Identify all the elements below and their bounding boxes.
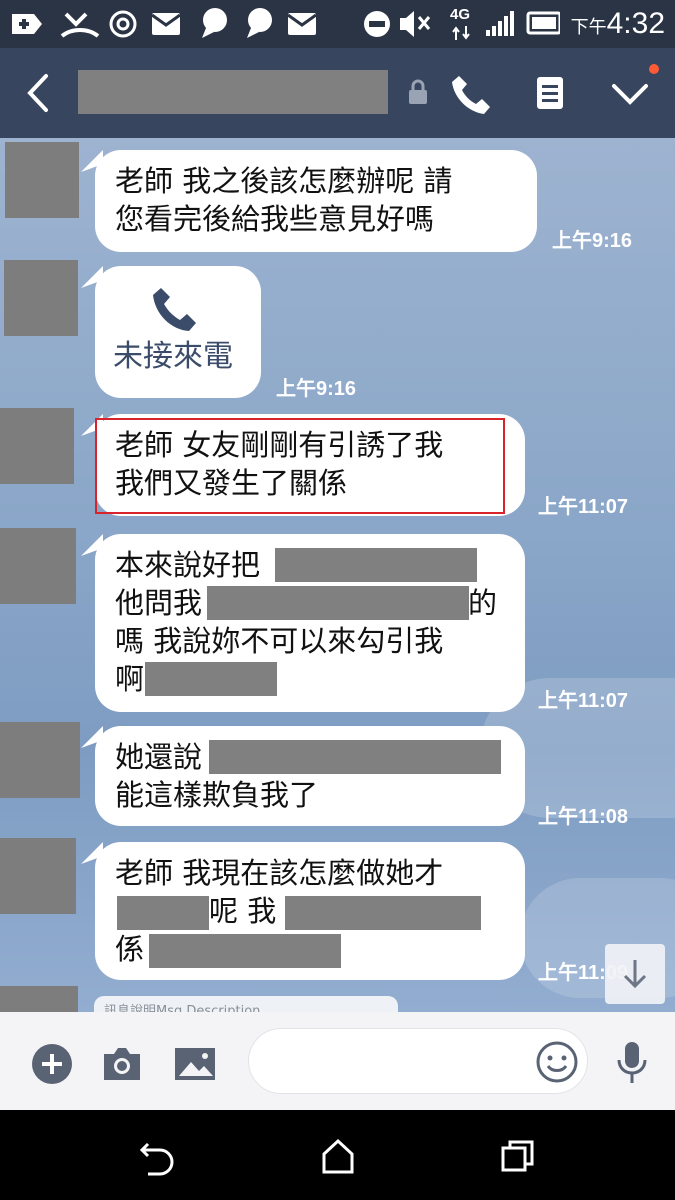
- message-fragment: 她還說: [115, 740, 203, 774]
- message-text: 老師 我之後該怎麼辦呢 請 您看完後給我些意見好嗎: [115, 164, 453, 236]
- avatar[interactable]: [0, 528, 76, 604]
- chat-title-redacted: [78, 70, 388, 114]
- clock: 下午4:32: [571, 8, 665, 43]
- back-icon[interactable]: [20, 68, 60, 118]
- notes-icon[interactable]: [534, 74, 568, 114]
- missed-call-label: 未接來電: [113, 339, 233, 374]
- message-bubble[interactable]: 老師 我現在該怎麼做她才 呢 我 係: [95, 842, 525, 980]
- redacted-block: [145, 662, 277, 696]
- message-time: 上午11:07: [538, 496, 629, 518]
- signal-icon: [486, 11, 514, 36]
- back-nav-icon[interactable]: [138, 1136, 178, 1176]
- message-time: 上午11:07: [538, 690, 629, 712]
- mail-icon: [287, 13, 317, 35]
- mic-icon[interactable]: [614, 1038, 650, 1088]
- redacted-block: [285, 896, 481, 930]
- network-type: 4G: [450, 6, 471, 23]
- chat-bubble-icon: [202, 8, 227, 38]
- avatar[interactable]: [5, 142, 79, 218]
- message-fragment: 他問我: [115, 586, 203, 620]
- message-line: 老師 我現在該怎麼做她才: [115, 854, 443, 892]
- phone-icon: [153, 288, 196, 331]
- redacted-block: [275, 548, 477, 582]
- message-line: 嗎 我說妳不可以來勾引我: [115, 622, 443, 660]
- message-fragment: 能這樣欺負我了: [115, 778, 319, 812]
- message-fragment: 的: [468, 586, 498, 620]
- home-icon[interactable]: [318, 1136, 358, 1176]
- avatar[interactable]: [0, 986, 78, 1012]
- redacted-block: [117, 896, 209, 930]
- add-icon[interactable]: [30, 1042, 74, 1086]
- avatar[interactable]: [0, 722, 80, 798]
- redacted-block: [209, 740, 501, 774]
- phone-icon[interactable]: [450, 72, 494, 116]
- lock-icon: [409, 79, 427, 104]
- message-fragment: 啊: [115, 662, 145, 696]
- missed-call-icon: [60, 12, 100, 38]
- app-flower-icon: [109, 10, 137, 38]
- message-bubble[interactable]: 本來說好把 他問我 嗎 我說妳不可以來勾引我 啊 的: [95, 534, 525, 712]
- message-fragment: 呢 我: [209, 894, 277, 928]
- avatar[interactable]: [4, 260, 78, 336]
- arrow-down-icon: [623, 960, 647, 989]
- camera-icon[interactable]: [100, 1044, 144, 1084]
- redacted-block: [149, 934, 341, 968]
- chat-header: [0, 48, 675, 138]
- message-time: 上午9:16: [276, 378, 357, 400]
- partial-message-text: 訊息說明Msg Description: [104, 1004, 261, 1012]
- partial-message-card[interactable]: 訊息說明Msg Description: [94, 996, 398, 1012]
- message-fragment: 嗎 我說妳不可以來勾引我: [115, 624, 444, 658]
- emoji-icon[interactable]: [535, 1040, 579, 1084]
- message-bubble[interactable]: 她還說 能這樣欺負我了: [95, 726, 525, 826]
- avatar[interactable]: [0, 838, 76, 914]
- message-fragment: 係: [115, 932, 145, 966]
- message-time: 上午9:16: [552, 230, 633, 252]
- message-time: 上午11:08: [538, 806, 629, 828]
- redacted-block: [207, 586, 469, 620]
- navigation-bar: [0, 1110, 675, 1200]
- status-bar: 4G 下午4:32: [0, 0, 675, 48]
- missed-call-bubble[interactable]: 未接來電: [95, 266, 261, 398]
- volume-mute-icon: [400, 11, 431, 37]
- message-line: 能這樣欺負我了: [115, 776, 318, 814]
- message-fragment: 本來說好把: [115, 548, 261, 582]
- mail-icon: [151, 13, 181, 35]
- add-notification-icon: [12, 14, 42, 34]
- clock-period: 下午: [570, 17, 607, 37]
- input-bar: [0, 1012, 675, 1110]
- chat-area[interactable]: 老師 我之後該怎麼辦呢 請 您看完後給我些意見好嗎 上午9:16 未接來電 上午…: [0, 138, 675, 1012]
- battery-icon: [526, 11, 560, 35]
- do-not-disturb-icon: [364, 11, 390, 37]
- avatar[interactable]: [0, 408, 74, 484]
- chevron-down-icon[interactable]: [608, 76, 652, 116]
- recents-icon[interactable]: [498, 1136, 538, 1176]
- scroll-down-button[interactable]: [605, 944, 665, 1004]
- data-arrows-icon: [452, 26, 470, 40]
- notification-dot: [649, 64, 659, 74]
- chat-bubble-icon: [247, 8, 272, 38]
- message-bubble[interactable]: 老師 我之後該怎麼辦呢 請 您看完後給我些意見好嗎: [95, 150, 537, 252]
- clock-time: 4:32: [606, 7, 665, 40]
- message-fragment: 老師 我現在該怎麼做她才: [115, 856, 444, 890]
- highlight-box: [95, 418, 505, 514]
- image-icon[interactable]: [173, 1044, 217, 1084]
- status-icons: [12, 8, 560, 38]
